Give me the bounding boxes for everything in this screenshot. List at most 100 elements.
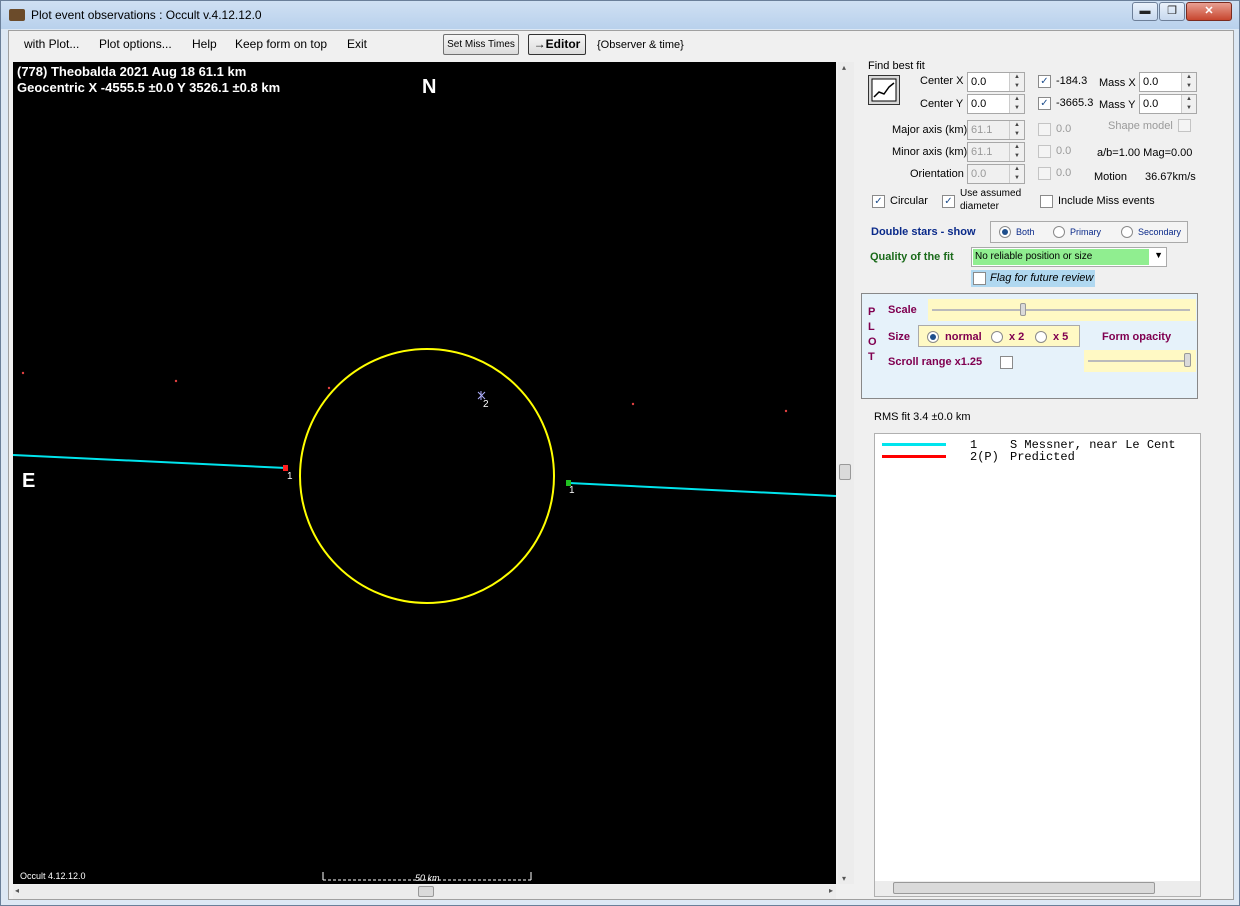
- use-assumed-checkbox[interactable]: ✓: [942, 195, 955, 208]
- form-opacity-label: Form opacity: [1102, 331, 1172, 343]
- menu-keep-on-top[interactable]: Keep form on top: [235, 37, 327, 51]
- plot-options-box: P L O T Scale Size normal x 2 x 5 Form o…: [861, 293, 1198, 399]
- plot-vscrollbar[interactable]: ▴ ▾: [838, 62, 854, 884]
- path-dot: [327, 386, 331, 390]
- scroll-left-arrow[interactable]: ◂: [15, 886, 19, 895]
- ab-mag-label: a/b=1.00 Mag=0.00: [1097, 147, 1193, 159]
- plot-letter-o: O: [868, 336, 877, 348]
- menu-help[interactable]: Help: [192, 37, 217, 51]
- app-window: Plot event observations : Occult v.4.12.…: [0, 0, 1240, 906]
- center-x-label: Center X: [920, 75, 964, 87]
- path-dot: [784, 409, 788, 413]
- quality-value: No reliable position or size: [973, 249, 1149, 265]
- form-opacity-slider[interactable]: [1084, 350, 1196, 372]
- chord-line-right: [568, 482, 836, 497]
- observer-legend-list[interactable]: 1 S Messner, near Le Cent 2(P) Predicted: [874, 433, 1201, 897]
- size-group: normal x 2 x 5: [918, 325, 1080, 347]
- center-y-label: Center Y: [920, 98, 964, 110]
- use-assumed-label-2: diameter: [960, 201, 999, 212]
- major-axis-label: Major axis (km): [892, 124, 968, 136]
- orientation-input[interactable]: 0.0 ▲ ▼: [967, 164, 1025, 184]
- circular-checkbox[interactable]: ✓: [872, 195, 885, 208]
- rms-fit-label: RMS fit 3.4 ±0.0 km: [874, 411, 971, 423]
- legend-hscroll-thumb[interactable]: [893, 882, 1155, 894]
- center-y-input[interactable]: 0.0 ▲ ▼: [967, 94, 1025, 114]
- legend-swatch: [882, 455, 946, 458]
- scale-slider[interactable]: [928, 299, 1196, 321]
- app-icon: [9, 9, 25, 21]
- version-label: Occult 4.12.12.0: [20, 871, 86, 881]
- size-label: Size: [888, 331, 911, 343]
- scroll-range-checkbox[interactable]: [1000, 356, 1013, 369]
- asteroid-profile-ellipse: [299, 348, 555, 604]
- secondary-label: Secondary: [1138, 227, 1182, 237]
- orientation-checkbox[interactable]: [1038, 167, 1051, 180]
- center-x-value: -184.3: [1056, 75, 1088, 87]
- form-opacity-thumb[interactable]: [1184, 353, 1191, 367]
- scale-slider-thumb[interactable]: [1020, 303, 1026, 316]
- star-label: 2: [483, 399, 489, 410]
- orientation-label: Orientation: [910, 168, 964, 180]
- minor-axis-checkbox[interactable]: [1038, 145, 1051, 158]
- center-y-checkbox[interactable]: ✓: [1038, 97, 1051, 110]
- size-x2-radio[interactable]: [991, 331, 1003, 343]
- minor-axis-label: Minor axis (km): [892, 146, 968, 158]
- major-axis-value: 0.0: [1056, 123, 1072, 135]
- legend-row[interactable]: 2(P) Predicted: [880, 450, 1198, 464]
- legend-text: Predicted: [1010, 450, 1075, 464]
- hscroll-thumb[interactable]: [418, 886, 434, 897]
- scroll-right-arrow[interactable]: ▸: [829, 886, 833, 895]
- secondary-radio[interactable]: [1121, 226, 1133, 238]
- center-x-input[interactable]: 0.0 ▲ ▼: [967, 72, 1025, 92]
- quality-dropdown[interactable]: No reliable position or size ▼: [971, 247, 1167, 267]
- shape-model-checkbox[interactable]: [1178, 119, 1191, 132]
- size-normal-radio[interactable]: [927, 331, 939, 343]
- include-miss-checkbox[interactable]: [1040, 195, 1053, 208]
- plot-hscrollbar[interactable]: ◂ ▸: [13, 885, 836, 899]
- editor-button[interactable]: →Editor: [528, 34, 586, 55]
- size-x2-label: x 2: [1009, 331, 1025, 343]
- observer-time-label: {Observer & time}: [597, 39, 684, 51]
- window-title: Plot event observations : Occult v.4.12.…: [31, 8, 262, 22]
- menu-bar: with Plot... Plot options... Help Keep f…: [9, 31, 1233, 58]
- path-dot: [631, 402, 635, 406]
- mass-x-input[interactable]: 0.0 ▲ ▼: [1139, 72, 1197, 92]
- scroll-down-arrow[interactable]: ▾: [842, 874, 846, 883]
- minimize-button[interactable]: ▬: [1132, 2, 1158, 21]
- major-axis-checkbox[interactable]: [1038, 123, 1051, 136]
- scroll-up-arrow[interactable]: ▴: [842, 63, 846, 72]
- major-axis-input[interactable]: 61.1 ▲ ▼: [967, 120, 1025, 140]
- plot-letter-t: T: [868, 351, 875, 363]
- center-x-checkbox[interactable]: ✓: [1038, 75, 1051, 88]
- orientation-value: 0.0: [1056, 167, 1072, 179]
- vscroll-thumb[interactable]: [839, 464, 851, 480]
- plot-letter-p: P: [868, 306, 876, 318]
- plot-canvas[interactable]: (778) Theobalda 2021 Aug 18 61.1 km Geoc…: [13, 62, 836, 884]
- maximize-button[interactable]: ❐: [1159, 2, 1185, 21]
- title-bar: Plot event observations : Occult v.4.12.…: [1, 1, 1239, 29]
- mass-y-label: Mass Y: [1099, 99, 1136, 111]
- legend-hscrollbar[interactable]: [875, 881, 1200, 896]
- menu-exit[interactable]: Exit: [347, 37, 367, 51]
- size-normal-label: normal: [945, 331, 982, 343]
- scale-label: 50 km: [415, 873, 440, 883]
- set-miss-times-button[interactable]: Set Miss Times: [443, 34, 519, 55]
- scale-slider-label: Scale: [888, 304, 917, 316]
- scroll-range-label: Scroll range x1.25: [888, 356, 983, 368]
- find-best-fit-button[interactable]: [868, 75, 900, 105]
- motion-label: Motion: [1094, 171, 1128, 183]
- primary-radio[interactable]: [1053, 226, 1065, 238]
- mass-y-input[interactable]: 0.0 ▲ ▼: [1139, 94, 1197, 114]
- menu-with-plot[interactable]: with Plot...: [24, 37, 79, 51]
- plot-letter-l: L: [868, 321, 875, 333]
- center-y-value: -3665.3: [1056, 97, 1094, 109]
- minor-axis-input[interactable]: 61.1 ▲ ▼: [967, 142, 1025, 162]
- menu-plot-options[interactable]: Plot options...: [99, 37, 172, 51]
- flag-review-checkbox[interactable]: [973, 272, 986, 285]
- size-x5-radio[interactable]: [1035, 331, 1047, 343]
- close-button[interactable]: ✕: [1186, 2, 1232, 21]
- fit-chart-icon: [871, 78, 897, 102]
- flag-review-label: Flag for future review: [990, 272, 1094, 284]
- circular-label: Circular: [890, 195, 928, 207]
- both-radio[interactable]: [999, 226, 1011, 238]
